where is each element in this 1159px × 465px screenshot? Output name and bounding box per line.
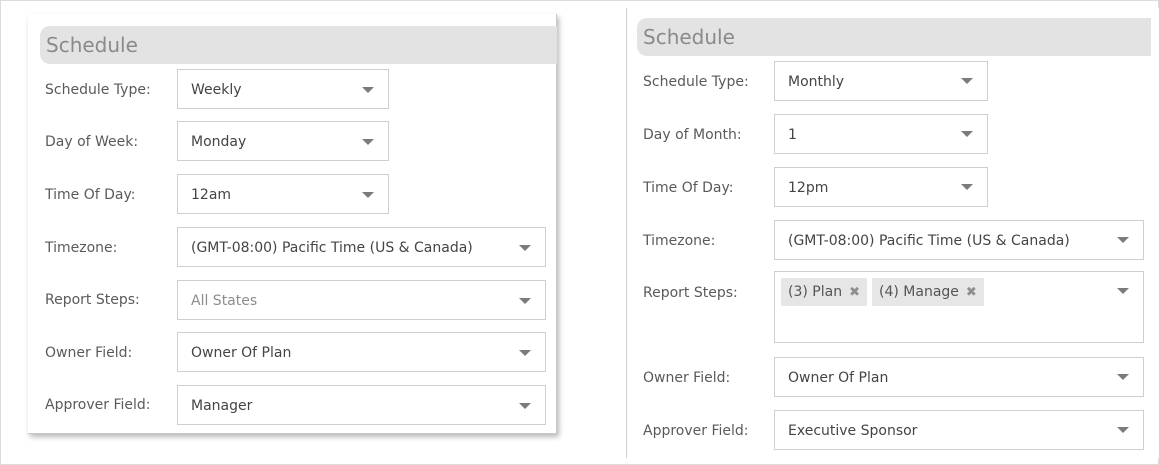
day-of-week-value: Monday: [191, 134, 247, 150]
chevron-down-icon: [362, 192, 374, 198]
time-of-day-select[interactable]: 12pm: [774, 167, 988, 207]
report-steps-select[interactable]: All States: [177, 280, 546, 320]
day-of-month-select[interactable]: 1: [774, 114, 988, 154]
timezone-label: Timezone:: [45, 240, 118, 256]
tag-label: (3) Plan: [788, 284, 843, 300]
chevron-down-icon: [961, 131, 973, 137]
day-of-month-label: Day of Month:: [643, 127, 742, 143]
schedule-type-select[interactable]: Monthly: [774, 61, 988, 101]
schedule-type-label: Schedule Type:: [643, 74, 749, 90]
owner-field-value: Owner Of Plan: [788, 370, 889, 386]
owner-field-select[interactable]: Owner Of Plan: [774, 357, 1144, 397]
chevron-down-icon: [519, 298, 531, 304]
approver-field-select[interactable]: Manager: [177, 385, 546, 425]
chevron-down-icon: [1117, 237, 1129, 243]
schedule-panel-weekly: Schedule Schedule Type: Weekly Day of We…: [28, 14, 557, 434]
report-steps-multiselect[interactable]: (3) Plan ✖ (4) Manage ✖: [774, 271, 1144, 343]
chevron-down-icon: [961, 184, 973, 190]
report-steps-placeholder: All States: [191, 293, 258, 309]
time-of-day-value: 12pm: [788, 180, 829, 196]
owner-field-label: Owner Field:: [45, 345, 133, 361]
chevron-down-icon: [362, 87, 374, 93]
schedule-type-label: Schedule Type:: [45, 82, 151, 98]
timezone-label: Timezone:: [643, 233, 716, 249]
approver-field-label: Approver Field:: [643, 423, 749, 439]
chevron-down-icon: [961, 78, 973, 84]
remove-tag-icon[interactable]: ✖: [966, 285, 977, 300]
approver-field-label: Approver Field:: [45, 397, 151, 413]
chevron-down-icon: [519, 350, 531, 356]
section-header: Schedule: [40, 26, 557, 64]
chevron-down-icon: [1117, 288, 1129, 294]
owner-field-label: Owner Field:: [643, 370, 731, 386]
approver-field-value: Manager: [191, 398, 253, 414]
report-step-tag: (3) Plan ✖: [781, 278, 867, 306]
owner-field-select[interactable]: Owner Of Plan: [177, 332, 546, 372]
remove-tag-icon[interactable]: ✖: [849, 285, 860, 300]
approver-field-value: Executive Sponsor: [788, 423, 918, 439]
section-header: Schedule: [637, 18, 1151, 56]
chevron-down-icon: [362, 139, 374, 145]
schedule-type-select[interactable]: Weekly: [177, 69, 389, 109]
time-of-day-select[interactable]: 12am: [177, 174, 389, 214]
time-of-day-label: Time Of Day:: [643, 180, 734, 196]
timezone-select[interactable]: (GMT-08:00) Pacific Time (US & Canada): [177, 227, 546, 267]
tag-label: (4) Manage: [879, 284, 959, 300]
time-of-day-label: Time Of Day:: [45, 187, 136, 203]
timezone-select[interactable]: (GMT-08:00) Pacific Time (US & Canada): [774, 220, 1144, 260]
chevron-down-icon: [519, 403, 531, 409]
chevron-down-icon: [519, 245, 531, 251]
chevron-down-icon: [1117, 427, 1129, 433]
schedule-type-value: Monthly: [788, 74, 845, 90]
timezone-value: (GMT-08:00) Pacific Time (US & Canada): [191, 240, 473, 256]
approver-field-select[interactable]: Executive Sponsor: [774, 410, 1144, 450]
schedule-panel-monthly: Schedule Schedule Type: Monthly Day of M…: [626, 8, 1159, 458]
day-of-week-label: Day of Week:: [45, 134, 139, 150]
owner-field-value: Owner Of Plan: [191, 345, 292, 361]
report-steps-label: Report Steps:: [643, 285, 738, 301]
report-step-tag: (4) Manage ✖: [872, 278, 984, 306]
chevron-down-icon: [1117, 374, 1129, 380]
schedule-type-value: Weekly: [191, 82, 242, 98]
timezone-value: (GMT-08:00) Pacific Time (US & Canada): [788, 233, 1070, 249]
report-steps-label: Report Steps:: [45, 292, 140, 308]
day-of-week-select[interactable]: Monday: [177, 121, 389, 161]
day-of-month-value: 1: [788, 127, 797, 143]
time-of-day-value: 12am: [191, 187, 232, 203]
